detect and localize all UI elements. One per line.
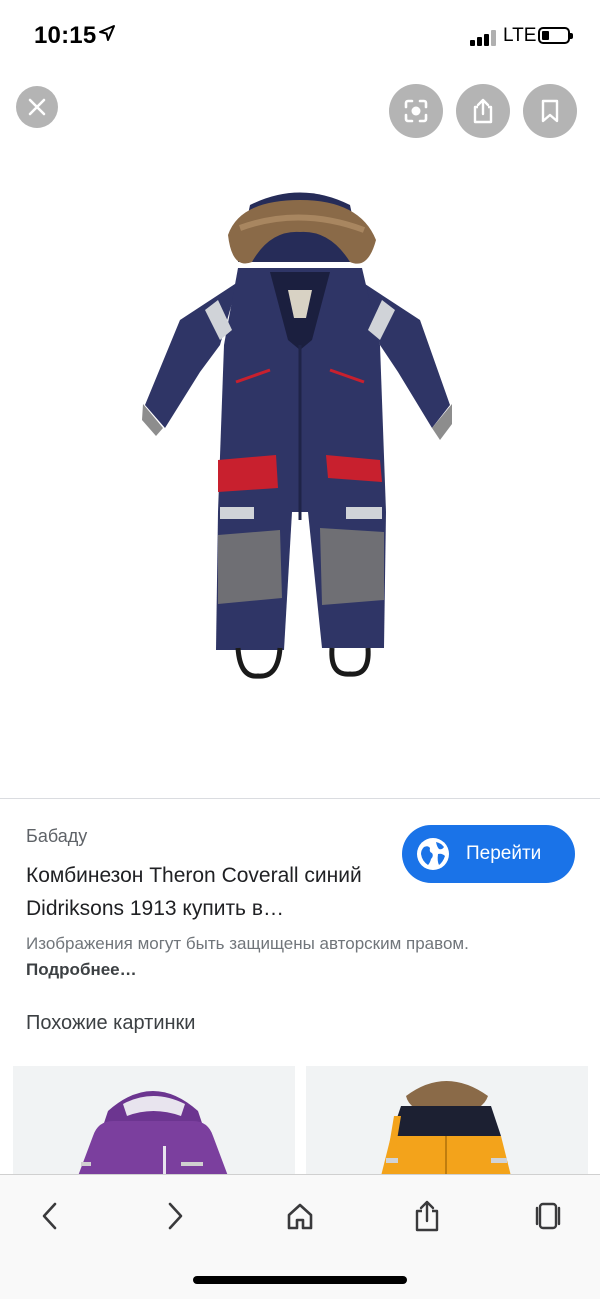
purple-jacket-image <box>78 1091 228 1176</box>
similar-thumbnail[interactable] <box>13 1066 295 1176</box>
globe-icon <box>417 838 449 870</box>
yellow-jacket-image <box>381 1081 511 1176</box>
result-title[interactable]: Комбинезон Theron Coverall синий Didriks… <box>26 859 406 925</box>
share-button[interactable] <box>456 84 510 138</box>
result-info: Бабаду Комбинезон Theron Coverall синий … <box>26 826 406 925</box>
tabs-button[interactable] <box>518 1191 578 1241</box>
network-label: LTE <box>503 25 537 46</box>
share-icon <box>415 1200 439 1232</box>
share-icon <box>473 98 493 124</box>
location-arrow-icon <box>99 25 115 41</box>
more-link[interactable]: Подробнее… <box>26 960 137 979</box>
forward-icon <box>168 1202 183 1230</box>
tabs-icon <box>535 1202 561 1230</box>
home-icon <box>287 1203 313 1230</box>
home-button[interactable] <box>270 1191 330 1241</box>
snowsuit-image <box>142 192 452 679</box>
result-source[interactable]: Бабаду <box>26 826 406 847</box>
close-button[interactable] <box>16 86 58 128</box>
forward-button[interactable] <box>145 1191 205 1241</box>
similar-thumbnail[interactable] <box>306 1066 588 1176</box>
similar-heading: Похожие картинки <box>26 1012 196 1034</box>
copyright-notice: Изображения могут быть защищены авторски… <box>26 931 586 983</box>
back-button[interactable] <box>20 1191 80 1241</box>
home-indicator <box>193 1276 407 1284</box>
save-button[interactable] <box>523 84 577 138</box>
signal-icon <box>470 30 498 46</box>
preview-image[interactable] <box>0 140 600 798</box>
toolbar-share-button[interactable] <box>397 1191 457 1241</box>
visit-button-label: Перейти <box>466 843 542 864</box>
status-bar: 10:15 LTE <box>0 0 600 72</box>
visit-button[interactable]: Перейти <box>402 825 575 883</box>
lens-icon <box>404 99 428 123</box>
status-time: 10:15 <box>34 22 97 49</box>
divider <box>0 798 600 799</box>
copyright-text: Изображения могут быть защищены авторски… <box>26 934 469 953</box>
lens-button[interactable] <box>389 84 443 138</box>
close-icon <box>28 98 46 116</box>
bookmark-icon <box>541 99 559 123</box>
battery-icon <box>538 27 573 44</box>
back-icon <box>42 1202 57 1230</box>
